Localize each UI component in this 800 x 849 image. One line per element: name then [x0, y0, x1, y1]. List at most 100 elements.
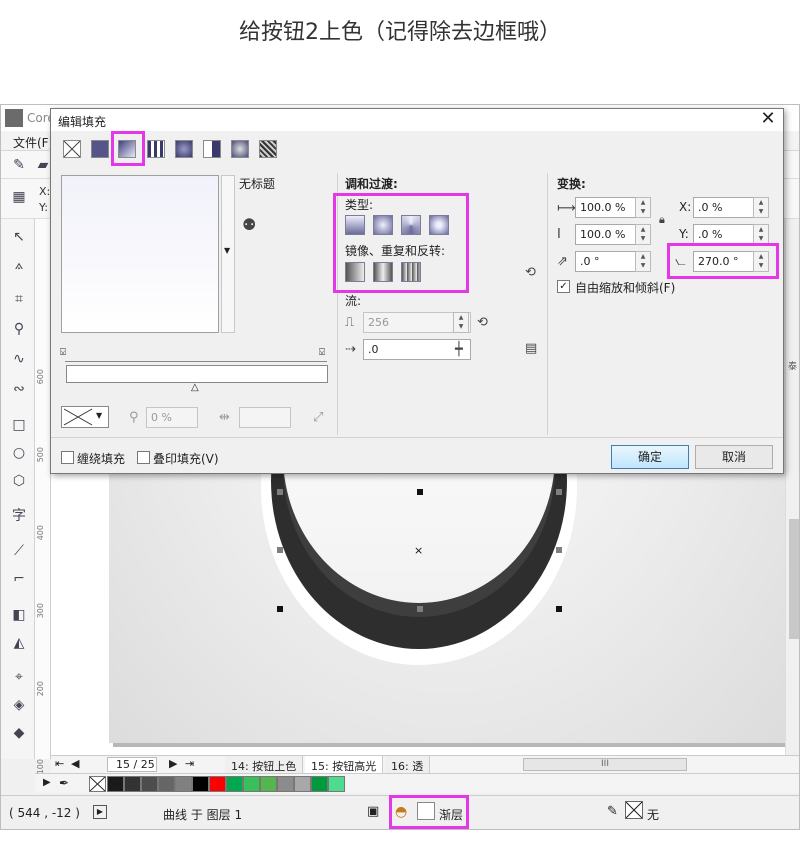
- selection-handle[interactable]: [417, 489, 423, 495]
- dimension-tool-icon[interactable]: ⟋: [9, 541, 29, 561]
- free-scale-checkbox[interactable]: ✓: [557, 280, 570, 293]
- transparency-tool-icon[interactable]: ◭: [9, 633, 29, 653]
- uniform-fill-icon[interactable]: [91, 140, 109, 158]
- last-page-icon[interactable]: ⇥: [185, 757, 194, 770]
- crop-tool-icon[interactable]: ⌗: [9, 289, 29, 309]
- no-fill-icon[interactable]: [63, 140, 81, 158]
- pick-tool-icon[interactable]: ↖: [9, 227, 29, 247]
- lock-steps-icon[interactable]: ⟲: [477, 315, 488, 330]
- page-tab[interactable]: 14: 按钮上色: [225, 756, 304, 774]
- menu-file[interactable]: 文件(F): [13, 134, 53, 151]
- fill-tool-icon[interactable]: ◈: [9, 695, 29, 715]
- palette-swatch[interactable]: [141, 776, 158, 792]
- polygon-tool-icon[interactable]: ⬡: [9, 471, 29, 491]
- first-page-icon[interactable]: ⇤: [55, 757, 64, 770]
- reverse-icon[interactable]: ⟲: [525, 265, 536, 280]
- rectangle-tool-icon[interactable]: □: [9, 415, 29, 435]
- docker-tab[interactable]: 泰: [788, 359, 797, 372]
- selection-handle[interactable]: [556, 606, 562, 612]
- palette-swatch[interactable]: [260, 776, 277, 792]
- node-color-picker[interactable]: ▼: [61, 406, 109, 428]
- acceleration-slider-icon[interactable]: ┿: [455, 342, 463, 357]
- page-tab[interactable]: 16: 透: [385, 756, 431, 774]
- midpoint-marker-icon[interactable]: △: [191, 382, 199, 393]
- play-icon[interactable]: ▶: [93, 805, 107, 819]
- text-tool-icon[interactable]: 字: [9, 505, 29, 525]
- height-spinner[interactable]: ▲ ▼: [635, 224, 651, 245]
- vector-pattern-icon[interactable]: [147, 140, 165, 158]
- close-icon[interactable]: ✕: [757, 109, 779, 129]
- node-transparency-input[interactable]: 0 %: [146, 407, 198, 428]
- eyedropper-icon[interactable]: ✒: [59, 776, 69, 790]
- skew-input[interactable]: .0 °: [575, 251, 641, 272]
- selection-handle[interactable]: [556, 547, 562, 553]
- texture-fill-icon[interactable]: [231, 140, 249, 158]
- selection-handle[interactable]: [277, 547, 283, 553]
- shape-tool-icon[interactable]: ⟑: [9, 255, 29, 275]
- end-node-icon[interactable]: ⍌: [319, 347, 325, 358]
- eyedropper-tool-icon[interactable]: ⌖: [9, 667, 29, 687]
- cancel-button[interactable]: 取消: [695, 445, 773, 469]
- width-spinner[interactable]: ▲ ▼: [635, 197, 651, 218]
- palette-scroll-icon[interactable]: ▶: [43, 777, 51, 788]
- page-tab-active[interactable]: 15: 按钮高光: [305, 756, 384, 774]
- fill-height-input[interactable]: 100.0 %: [575, 224, 641, 245]
- smooth-blend-icon[interactable]: ▤: [525, 341, 537, 356]
- preview-dropdown[interactable]: ▼: [221, 175, 235, 333]
- zoom-tool-icon[interactable]: ⚲: [9, 319, 29, 339]
- vertical-scroll-thumb[interactable]: [789, 519, 799, 639]
- palette-swatch[interactable]: [209, 776, 226, 792]
- selection-handle[interactable]: [417, 606, 423, 612]
- smart-fill-tool-icon[interactable]: ◆: [9, 723, 29, 743]
- skew-spinner[interactable]: ▲ ▼: [635, 251, 651, 272]
- artistic-media-icon[interactable]: ∾: [9, 379, 29, 399]
- gradient-bar[interactable]: [66, 365, 328, 383]
- wrap-fill-checkbox[interactable]: [61, 451, 74, 464]
- grid-icon[interactable]: ▦: [9, 187, 29, 207]
- selection-handle[interactable]: [277, 606, 283, 612]
- palette-swatch[interactable]: [328, 776, 345, 792]
- selection-handle[interactable]: [556, 489, 562, 495]
- x-offset-input[interactable]: .0 %: [693, 197, 755, 218]
- vertical-scrollbar[interactable]: 泰: [785, 219, 799, 759]
- palette-swatch[interactable]: [226, 776, 243, 792]
- ellipse-tool-icon[interactable]: ○: [9, 443, 29, 463]
- start-node-icon[interactable]: ⍌: [60, 347, 66, 358]
- x-offset-label: X:: [679, 200, 692, 214]
- palette-swatch[interactable]: [294, 776, 311, 792]
- steps-spinner[interactable]: ▲ ▼: [453, 312, 469, 333]
- ruler-tick: 500: [36, 447, 45, 463]
- ok-button[interactable]: 确定: [611, 445, 689, 469]
- prev-page-icon[interactable]: ◀: [71, 757, 79, 770]
- next-page-icon[interactable]: ▶: [169, 757, 177, 770]
- palette-swatch[interactable]: [175, 776, 192, 792]
- selection-handle[interactable]: [277, 489, 283, 495]
- connector-tool-icon[interactable]: ⌐: [9, 569, 29, 589]
- postscript-fill-icon[interactable]: [259, 140, 277, 158]
- save-preset-icon[interactable]: ⚉: [242, 215, 256, 234]
- palette-swatch[interactable]: [107, 776, 124, 792]
- fill-width-input[interactable]: 100.0 %: [575, 197, 641, 218]
- palette-swatch[interactable]: [311, 776, 328, 792]
- overprint-checkbox[interactable]: [137, 451, 150, 464]
- bitmap-pattern-icon[interactable]: [175, 140, 193, 158]
- x-offset-spinner[interactable]: ▲ ▼: [753, 197, 769, 218]
- horizontal-scroll-thumb[interactable]: III: [523, 758, 687, 771]
- node-position-input[interactable]: [239, 407, 291, 428]
- y-offset-spinner[interactable]: ▲ ▼: [753, 224, 769, 245]
- prop-y-label: Y:: [39, 201, 48, 214]
- new-document-icon[interactable]: ✎: [9, 155, 29, 175]
- palette-swatch[interactable]: [192, 776, 209, 792]
- two-color-pattern-icon[interactable]: [203, 140, 221, 158]
- freehand-tool-icon[interactable]: ∿: [9, 349, 29, 369]
- lock-icon[interactable]: 🔒︎: [659, 213, 665, 227]
- free-scale-label: 自由缩放和倾斜(F): [575, 281, 676, 295]
- drop-shadow-tool-icon[interactable]: ◧: [9, 605, 29, 625]
- outline-swatch[interactable]: [625, 801, 643, 819]
- palette-swatch[interactable]: [243, 776, 260, 792]
- palette-swatch[interactable]: [158, 776, 175, 792]
- no-color-swatch[interactable]: [89, 776, 106, 792]
- palette-swatch[interactable]: [124, 776, 141, 792]
- y-offset-input[interactable]: .0 %: [693, 224, 755, 245]
- palette-swatch[interactable]: [277, 776, 294, 792]
